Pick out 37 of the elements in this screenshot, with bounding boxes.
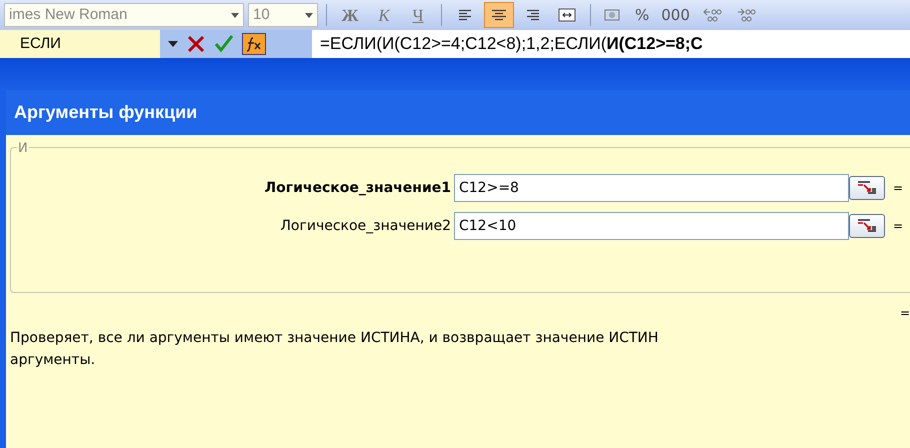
font-name: imes New Roman [9, 4, 128, 25]
range-select-icon [856, 218, 878, 234]
check-icon[interactable] [214, 34, 234, 54]
align-icon [491, 9, 507, 21]
formula-input[interactable]: =ЕСЛИ(И(C12>=4;C12<8);1,2;ЕСЛИ(И(C12>=8;C [312, 30, 910, 58]
range-select-icon [856, 180, 878, 196]
font-size-select[interactable]: 10 [248, 3, 318, 27]
result-sign: = [893, 180, 904, 197]
align-button[interactable] [484, 2, 514, 28]
italic-button[interactable]: К [369, 3, 399, 27]
argument-field[interactable]: C12<10 [454, 212, 849, 240]
caret-icon [231, 12, 239, 18]
font-select[interactable]: imes New Roman [4, 3, 244, 27]
underline-button[interactable]: Ч [403, 3, 433, 27]
result-sign: = [893, 218, 904, 235]
decrease-decimal-icon [736, 6, 758, 24]
cancel-icon[interactable] [186, 34, 206, 54]
argument-field[interactable]: C12>=8 [454, 174, 849, 202]
argument-label: Логическое_значение2 [279, 216, 452, 236]
number-format-button[interactable]: % [631, 3, 654, 27]
number-format-button[interactable]: 000 [657, 3, 694, 27]
align-icon [457, 9, 473, 21]
bold-button[interactable]: Ж [335, 3, 365, 27]
function-icon[interactable] [242, 33, 266, 55]
name-box[interactable]: ЕСЛИ [0, 30, 160, 58]
result-sign: = [900, 307, 910, 319]
caret-icon[interactable] [168, 41, 178, 47]
dialog-title: Аргументы функции [14, 101, 198, 124]
align-icon [525, 9, 541, 21]
caret-icon [305, 12, 313, 18]
function-description: Проверяет, все ли аргументы имеют значение ИСТИНА, и возвращает значение ИСТИН аргументы. [10, 329, 660, 370]
merge-cells-icon [558, 8, 576, 22]
argument-label: Логическое_значение1 [264, 178, 452, 198]
increase-decimal-icon [702, 6, 724, 24]
collapse-dialog-button[interactable] [849, 176, 885, 200]
font-size-value: 10 [253, 4, 270, 25]
collapse-dialog-button[interactable] [849, 214, 885, 238]
